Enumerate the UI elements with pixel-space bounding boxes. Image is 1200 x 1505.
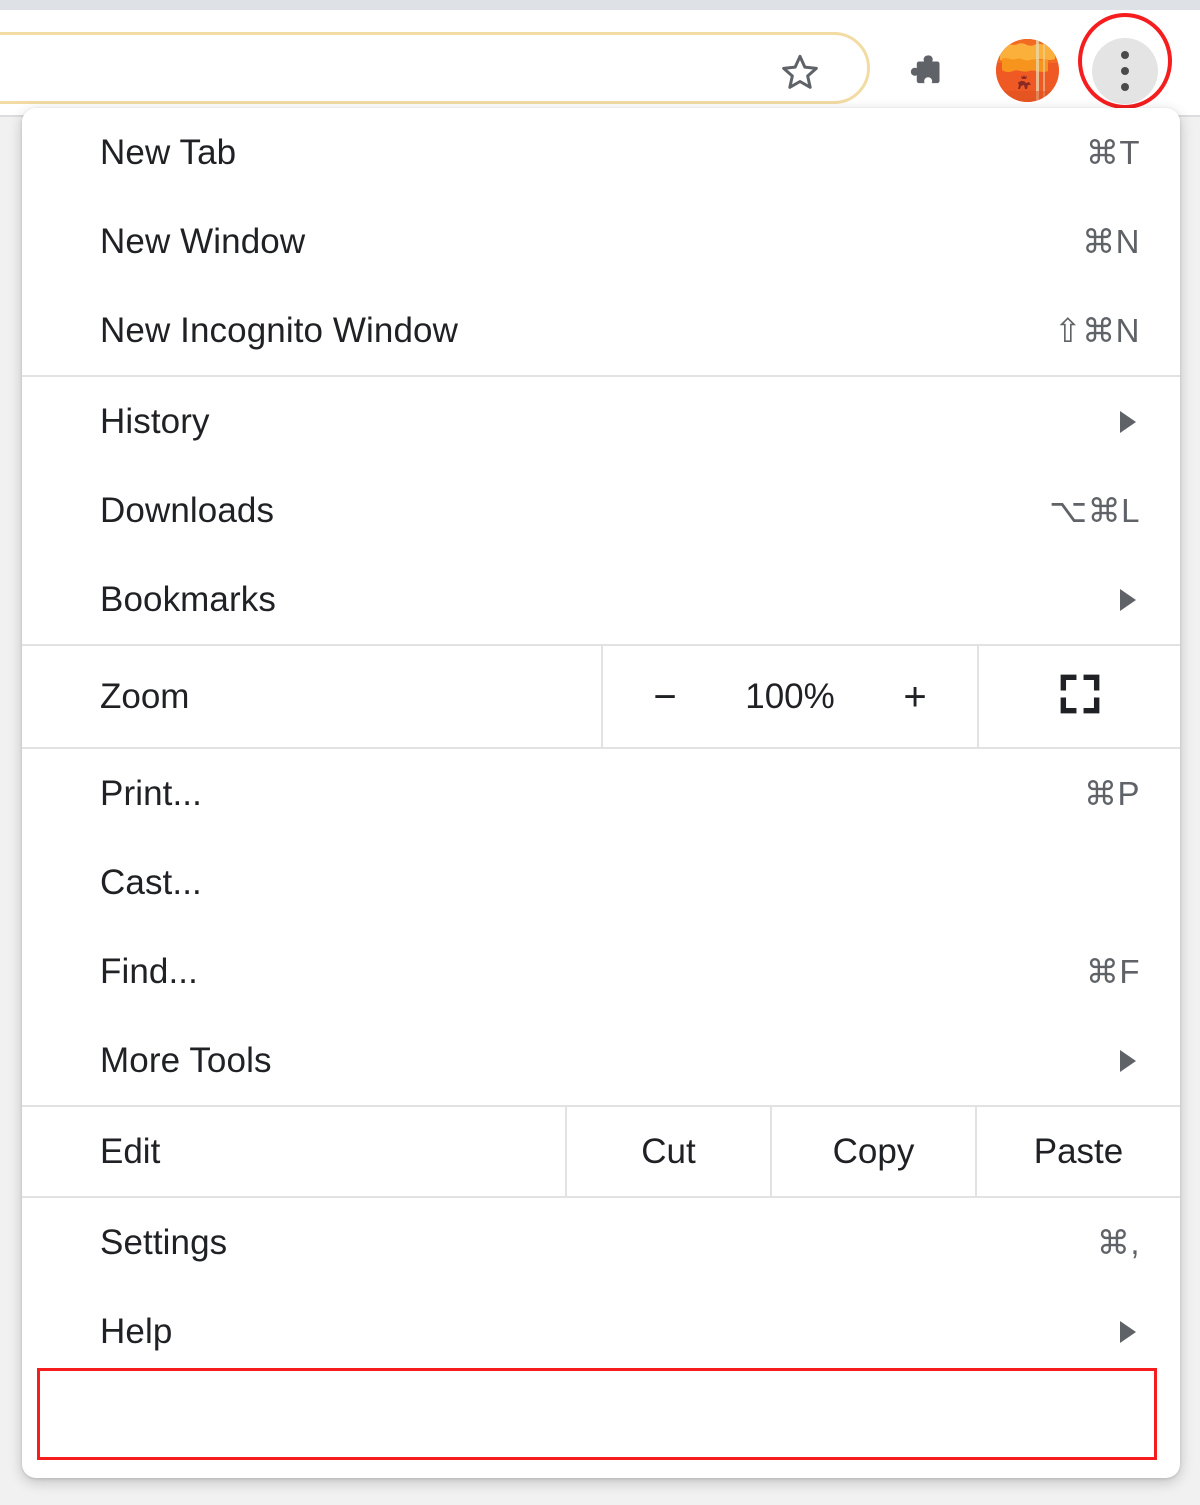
star-icon[interactable] xyxy=(778,50,822,94)
menu-item-new-incognito-window[interactable]: New Incognito Window ⇧⌘N xyxy=(22,286,1180,375)
zoom-level-value: 100% xyxy=(745,677,835,716)
chrome-main-menu: New Tab ⌘T New Window ⌘N New Incognito W… xyxy=(22,108,1180,1478)
copy-button[interactable]: Copy xyxy=(772,1107,975,1196)
chevron-right-icon xyxy=(1120,1049,1136,1072)
menu-dot xyxy=(1121,83,1129,91)
menu-item-label: Cast... xyxy=(100,863,202,902)
zoom-controls: − 100% + xyxy=(603,646,977,747)
menu-item-label: History xyxy=(100,402,210,441)
menu-item-shortcut: ⌥⌘L xyxy=(1049,492,1140,529)
menu-item-label: New Incognito Window xyxy=(100,311,458,350)
menu-item-shortcut: ⇧⌘N xyxy=(1054,312,1140,349)
edit-label-cell: Edit xyxy=(22,1107,565,1196)
menu-item-label: New Window xyxy=(100,222,306,261)
menu-item-settings[interactable]: Settings ⌘, xyxy=(22,1198,1180,1287)
menu-item-help[interactable]: Help xyxy=(22,1287,1180,1376)
menu-item-history[interactable]: History xyxy=(22,377,1180,466)
browser-toolbar xyxy=(0,10,1200,117)
menu-item-find[interactable]: Find... ⌘F xyxy=(22,927,1180,1016)
chevron-right-icon xyxy=(1120,588,1136,611)
fullscreen-icon xyxy=(1055,669,1105,724)
menu-row-zoom: Zoom − 100% + xyxy=(22,646,1180,747)
fullscreen-button[interactable] xyxy=(979,646,1180,747)
menu-item-label: Find... xyxy=(100,952,198,991)
menu-item-label: Bookmarks xyxy=(100,580,276,619)
address-bar[interactable] xyxy=(0,32,870,104)
menu-item-label: More Tools xyxy=(100,1041,272,1080)
menu-item-print[interactable]: Print... ⌘P xyxy=(22,749,1180,838)
puzzle-piece-icon[interactable] xyxy=(902,50,948,96)
menu-item-label: Downloads xyxy=(100,491,275,530)
zoom-label-cell: Zoom xyxy=(22,646,601,747)
menu-group-new: New Tab ⌘T New Window ⌘N New Incognito W… xyxy=(22,108,1180,375)
menu-item-label: Settings xyxy=(100,1223,228,1262)
menu-group-tools: Print... ⌘P Cast... Find... ⌘F More Tool… xyxy=(22,749,1180,1105)
menu-item-shortcut: ⌘T xyxy=(1085,134,1140,171)
tab-strip xyxy=(0,0,1200,10)
cut-button[interactable]: Cut xyxy=(567,1107,770,1196)
chevron-right-icon xyxy=(1120,1320,1136,1343)
zoom-label: Zoom xyxy=(100,676,190,716)
menu-item-label: Print... xyxy=(100,774,202,813)
menu-item-shortcut: ⌘N xyxy=(1082,223,1140,260)
menu-dot xyxy=(1121,67,1129,75)
paste-button[interactable]: Paste xyxy=(977,1107,1180,1196)
menu-item-cast[interactable]: Cast... xyxy=(22,838,1180,927)
menu-item-more-tools[interactable]: More Tools xyxy=(22,1016,1180,1105)
menu-item-shortcut: ⌘, xyxy=(1096,1224,1140,1261)
zoom-out-button[interactable]: − xyxy=(625,677,705,717)
menu-dot xyxy=(1121,51,1129,59)
avatar[interactable] xyxy=(996,39,1059,102)
menu-group-footer: Settings ⌘, Help xyxy=(22,1198,1180,1376)
menu-item-shortcut: ⌘P xyxy=(1083,775,1140,812)
menu-item-downloads[interactable]: Downloads ⌥⌘L xyxy=(22,466,1180,555)
chevron-right-icon xyxy=(1120,410,1136,433)
menu-item-shortcut: ⌘F xyxy=(1085,953,1140,990)
menu-item-bookmarks[interactable]: Bookmarks xyxy=(22,555,1180,644)
menu-item-label: New Tab xyxy=(100,133,237,172)
zoom-in-button[interactable]: + xyxy=(875,677,955,717)
menu-item-new-tab[interactable]: New Tab ⌘T xyxy=(22,108,1180,197)
menu-item-new-window[interactable]: New Window ⌘N xyxy=(22,197,1180,286)
menu-row-edit: Edit Cut Copy Paste xyxy=(22,1107,1180,1196)
menu-item-label: Help xyxy=(100,1312,173,1351)
menu-group-browse: History Downloads ⌥⌘L Bookmarks xyxy=(22,377,1180,644)
edit-label: Edit xyxy=(100,1131,161,1171)
three-dot-menu-icon[interactable] xyxy=(1092,38,1158,104)
